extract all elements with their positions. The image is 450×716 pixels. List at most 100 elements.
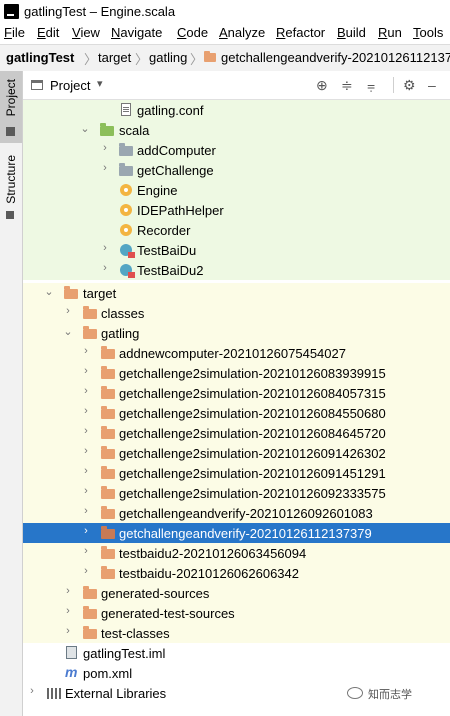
- tree-row-result-folder[interactable]: › getchallenge2simulation-20210126092333…: [23, 483, 450, 503]
- tree-item-label: generated-test-sources: [101, 606, 235, 621]
- chevron-right-icon[interactable]: ›: [100, 262, 110, 274]
- tree-row-result-folder[interactable]: › getchallenge2simulation-20210126084057…: [23, 383, 450, 403]
- menu-code[interactable]: Code: [177, 25, 208, 40]
- chevron-right-icon[interactable]: ›: [81, 485, 91, 497]
- tree-item-label: getchallenge2simulation-2021012609233357…: [119, 486, 386, 501]
- breadcrumb-target[interactable]: target: [98, 50, 131, 65]
- chevron-right-icon[interactable]: ›: [100, 242, 110, 254]
- tree-row-gatlingtest-iml[interactable]: gatlingTest.iml: [23, 643, 450, 663]
- chevron-right-icon[interactable]: ›: [81, 345, 91, 357]
- folder-icon: [64, 286, 78, 299]
- tab-structure[interactable]: Structure: [0, 151, 22, 225]
- chevron-right-icon[interactable]: ›: [81, 405, 91, 417]
- tree-item-label: External Libraries: [65, 686, 167, 701]
- tree-row-result-folder[interactable]: › testbaidu-20210126062606342: [23, 563, 450, 583]
- chevron-right-icon[interactable]: ›: [63, 605, 73, 617]
- expand-all-icon[interactable]: ≑: [341, 77, 353, 94]
- chevron-right-icon[interactable]: ›: [81, 545, 91, 557]
- tree-row-result-folder[interactable]: › addnewcomputer-20210126075454027: [23, 343, 450, 363]
- window-title: gatlingTest – Engine.scala: [24, 4, 176, 19]
- chevron-down-icon[interactable]: ⌄: [80, 122, 90, 135]
- title-bar: gatlingTest – Engine.scala: [0, 0, 450, 24]
- tree-item-label: addnewcomputer-20210126075454027: [119, 346, 346, 361]
- menu-view[interactable]: View: [72, 25, 100, 40]
- folder-icon: [101, 446, 115, 459]
- package-icon: [119, 143, 133, 156]
- tree-row-testbaidu[interactable]: › TestBaiDu: [23, 240, 450, 260]
- menu-run[interactable]: Run: [378, 25, 402, 40]
- tree-row-test-classes[interactable]: › test-classes: [23, 623, 450, 643]
- menu-analyze[interactable]: Analyze: [219, 25, 265, 40]
- hide-panel-icon[interactable]: –: [428, 77, 436, 93]
- collapse-all-icon[interactable]: ⩦: [367, 77, 375, 94]
- menu-navigate[interactable]: Navigate: [111, 25, 162, 40]
- breadcrumb-current-folder[interactable]: getchallengeandverify-20210126112137379: [221, 50, 450, 65]
- tree-row-generated-test-sources[interactable]: › generated-test-sources: [23, 603, 450, 623]
- tree-row-pom-xml[interactable]: m pom.xml: [23, 663, 450, 683]
- tree-row-result-folder[interactable]: › getchallenge2simulation-20210126084550…: [23, 403, 450, 423]
- tree-row-generated-sources[interactable]: › generated-sources: [23, 583, 450, 603]
- breadcrumb-project[interactable]: gatlingTest: [6, 50, 74, 65]
- scala-object-icon: [120, 184, 132, 196]
- tree-item-label: IDEPathHelper: [137, 203, 224, 218]
- folder-icon: [101, 546, 115, 559]
- chevron-right-icon[interactable]: ›: [81, 425, 91, 437]
- chevron-right-icon[interactable]: ›: [81, 365, 91, 377]
- breadcrumb-gatling[interactable]: gatling: [149, 50, 187, 65]
- chevron-down-icon[interactable]: ▾: [97, 77, 103, 90]
- chevron-right-icon[interactable]: ›: [81, 505, 91, 517]
- folder-icon: [101, 566, 115, 579]
- chevron-right-icon[interactable]: ›: [81, 445, 91, 457]
- tree-row-testbaidu2[interactable]: › TestBaiDu2: [23, 260, 450, 280]
- tree-row-recorder[interactable]: Recorder: [23, 220, 450, 240]
- tree-row-addcomputer[interactable]: › addComputer: [23, 140, 450, 160]
- tree-row-classes[interactable]: › classes: [23, 303, 450, 323]
- tree-row-scala[interactable]: ⌄ scala: [23, 120, 450, 140]
- locate-file-icon[interactable]: ⊕: [316, 77, 328, 94]
- folder-icon: [101, 506, 115, 519]
- project-view-selector[interactable]: Project: [50, 78, 90, 93]
- tree-row-selected[interactable]: › getchallengeandverify-2021012611213737…: [23, 523, 450, 543]
- tree-item-label: gatling.conf: [137, 103, 204, 118]
- tree-item-label: generated-sources: [101, 586, 210, 601]
- chevron-right-icon[interactable]: ›: [100, 142, 110, 154]
- project-panel: Project ▾ ⊕ ≑ ⩦ ⚙ – gatling.conf ⌄ scala…: [23, 71, 450, 716]
- chevron-right-icon[interactable]: ›: [100, 162, 110, 174]
- tab-project[interactable]: Project: [0, 71, 22, 143]
- tree-row-result-folder[interactable]: › getchallenge2simulation-20210126083939…: [23, 363, 450, 383]
- tree-row-idepathhelper[interactable]: IDEPathHelper: [23, 200, 450, 220]
- menu-build[interactable]: Build: [337, 25, 366, 40]
- tree-row-engine[interactable]: Engine: [23, 180, 450, 200]
- tree-item-label: testbaidu-20210126062606342: [119, 566, 300, 581]
- folder-icon: [101, 526, 115, 539]
- tree-item-label: getChallenge: [137, 163, 214, 178]
- tree-item-label: scala: [119, 123, 150, 138]
- chevron-right-icon[interactable]: ›: [63, 305, 73, 317]
- chevron-right-icon[interactable]: ›: [27, 685, 37, 697]
- tree-row-getchallenge[interactable]: › getChallenge: [23, 160, 450, 180]
- tree-row-result-folder[interactable]: › getchallenge2simulation-20210126084645…: [23, 423, 450, 443]
- tree-row-result-folder[interactable]: › getchallenge2simulation-20210126091426…: [23, 443, 450, 463]
- chevron-right-icon[interactable]: ›: [81, 385, 91, 397]
- tree-row-result-folder[interactable]: › testbaidu2-20210126063456094: [23, 543, 450, 563]
- chevron-right-icon[interactable]: ›: [63, 585, 73, 597]
- tree-row-result-folder[interactable]: › getchallengeandverify-2021012609260108…: [23, 503, 450, 523]
- chevron-right-icon[interactable]: ›: [81, 525, 91, 537]
- menu-file[interactable]: File: [4, 25, 25, 40]
- menu-edit[interactable]: Edit: [37, 25, 59, 40]
- tree-row-gatling[interactable]: ⌄ gatling: [23, 323, 450, 343]
- scala-class-icon: [120, 244, 135, 258]
- chevron-right-icon[interactable]: ›: [63, 625, 73, 637]
- tree-row-gatling-conf[interactable]: gatling.conf: [23, 100, 450, 120]
- tree-item-label: Recorder: [137, 223, 191, 238]
- chevron-down-icon[interactable]: ⌄: [63, 325, 73, 338]
- gear-icon[interactable]: ⚙: [403, 77, 416, 94]
- tree-row-result-folder[interactable]: › getchallenge2simulation-20210126091451…: [23, 463, 450, 483]
- chevron-right-icon[interactable]: ›: [81, 465, 91, 477]
- chevron-right-icon[interactable]: ›: [81, 565, 91, 577]
- chevron-down-icon[interactable]: ⌄: [44, 285, 54, 298]
- source-folder-icon: [100, 123, 114, 136]
- menu-tools[interactable]: Tools: [413, 25, 443, 40]
- menu-refactor[interactable]: Refactor: [276, 25, 325, 40]
- tree-row-target[interactable]: ⌄ target: [23, 283, 450, 303]
